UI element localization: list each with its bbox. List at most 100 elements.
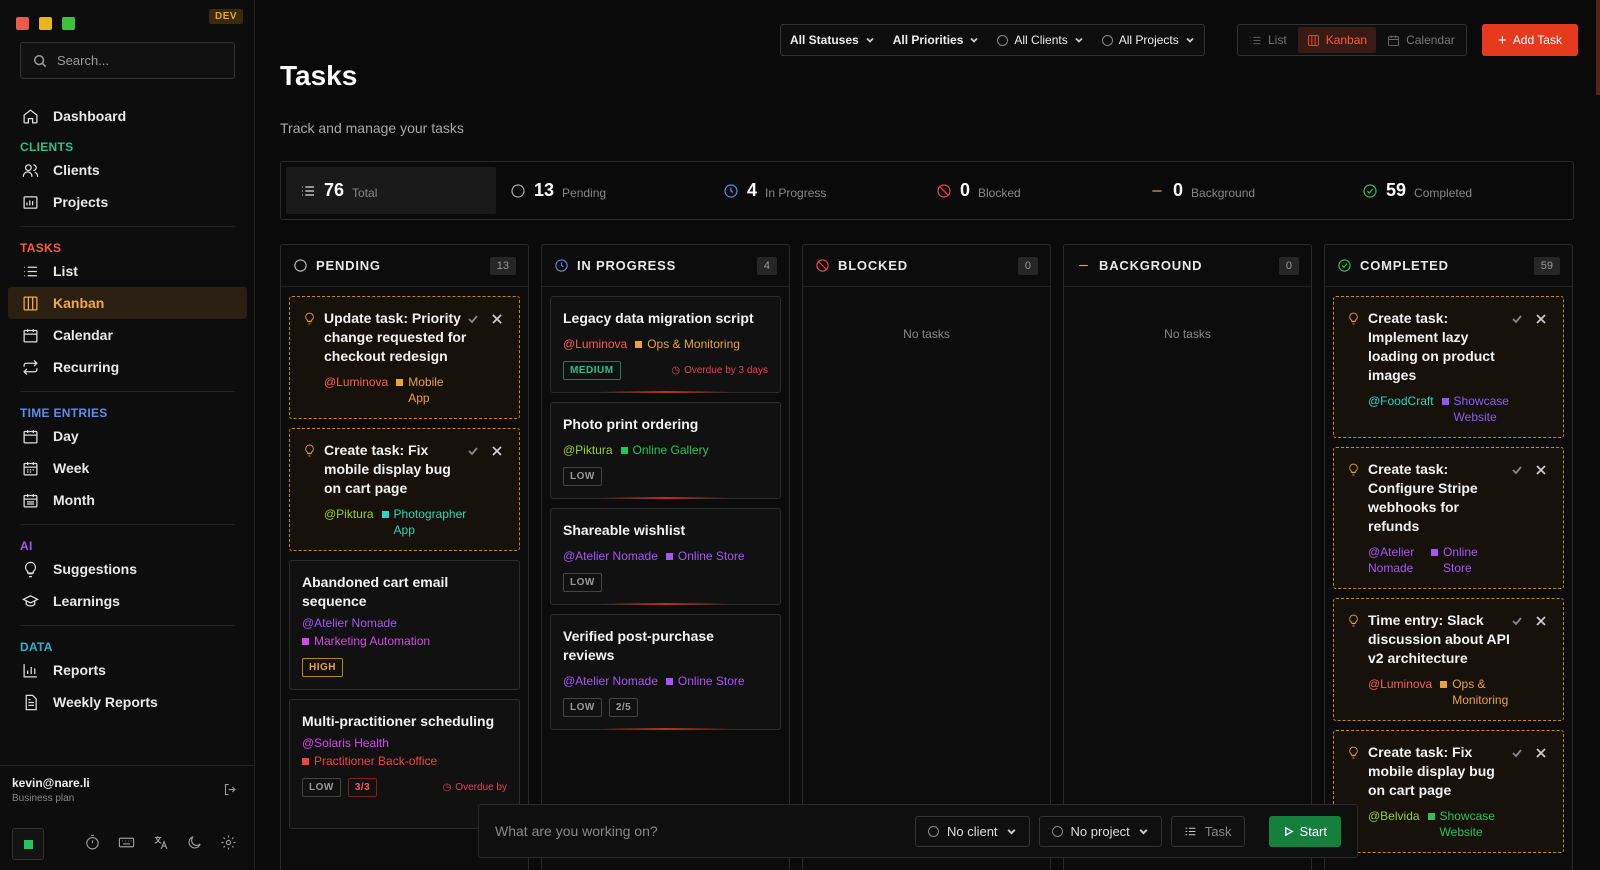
view-kanban[interactable]: Kanban — [1297, 27, 1377, 53]
card-project[interactable]: Mobile App — [396, 374, 458, 406]
task-card[interactable]: Verified post-purchase reviews @Atelier … — [550, 614, 781, 730]
add-task-button[interactable]: + Add Task — [1482, 24, 1578, 56]
view-switcher: List Kanban Calendar — [1237, 24, 1467, 56]
card-client[interactable]: @Atelier Nomade — [1368, 544, 1423, 576]
card-project[interactable]: Showcase Website — [1441, 393, 1514, 425]
project-filter[interactable]: All Projects — [1093, 25, 1204, 55]
tracker-start-button[interactable]: Start — [1268, 815, 1341, 847]
stat-total[interactable]: 76 Total — [286, 167, 496, 214]
close-icon[interactable] — [1535, 615, 1547, 627]
card-project[interactable]: Ops & Monitoring — [1440, 676, 1522, 708]
sidebar-item-recurring[interactable]: Recurring — [0, 351, 255, 383]
card-client[interactable]: @Luminova — [1368, 676, 1432, 692]
card-client[interactable]: @Atelier Nomade — [302, 615, 397, 631]
card-project[interactable]: Photographer App — [381, 506, 474, 538]
card-project[interactable]: Ops & Monitoring — [635, 336, 740, 352]
status-indicator[interactable] — [12, 828, 44, 860]
clock-icon — [555, 259, 568, 272]
stat-blocked[interactable]: 0 Blocked — [922, 167, 1135, 214]
close-icon[interactable] — [491, 445, 503, 457]
card-project[interactable]: Practitioner Back-office — [302, 753, 437, 769]
close-icon[interactable] — [1535, 464, 1547, 476]
check-icon[interactable] — [1511, 313, 1523, 325]
card-project[interactable]: Online Store — [665, 673, 745, 689]
view-calendar[interactable]: Calendar — [1378, 27, 1464, 53]
tracker-description-input[interactable]: What are you working on? — [495, 823, 906, 839]
card-client[interactable]: @FoodCraft — [1368, 393, 1434, 409]
minimize-window-button[interactable] — [39, 17, 52, 30]
sidebar-item-month[interactable]: Month — [0, 484, 255, 516]
sidebar-item-weekly-reports[interactable]: Weekly Reports — [0, 686, 255, 718]
stat-in-progress[interactable]: 4 In Progress — [709, 167, 922, 214]
suggestion-card[interactable]: Create task: Fix mobile display bug on c… — [1333, 730, 1564, 853]
card-client[interactable]: @Luminova — [563, 336, 627, 352]
moon-icon[interactable] — [186, 834, 203, 851]
tracker-task-select[interactable]: Task — [1170, 815, 1245, 847]
client-filter[interactable]: All Clients — [988, 25, 1092, 55]
stat-pending[interactable]: 13 Pending — [496, 167, 709, 214]
priority-badge: MEDIUM — [563, 361, 621, 380]
status-filter[interactable]: All Statuses — [781, 25, 884, 55]
circle-icon — [294, 259, 307, 272]
card-client[interactable]: @Atelier Nomade — [563, 673, 658, 689]
card-client[interactable]: @Piktura — [324, 506, 374, 522]
card-project[interactable]: Marketing Automation — [302, 633, 430, 649]
close-icon[interactable] — [491, 313, 503, 325]
task-card[interactable]: Shareable wishlist @Atelier Nomade Onlin… — [550, 508, 781, 605]
tracker-client-select[interactable]: No client — [914, 815, 1030, 847]
calendar-month-icon — [23, 493, 38, 508]
card-project[interactable]: Online Store — [1431, 544, 1488, 576]
gear-icon[interactable] — [220, 834, 237, 851]
close-window-button[interactable] — [16, 17, 29, 30]
keyboard-icon[interactable] — [118, 834, 135, 851]
sidebar-item-projects[interactable]: Projects — [0, 186, 255, 218]
card-project[interactable]: Online Store — [665, 548, 745, 564]
timer-icon[interactable] — [84, 834, 101, 851]
sidebar-item-week[interactable]: Week — [0, 452, 255, 484]
task-card[interactable]: Legacy data migration script @Luminova O… — [550, 296, 781, 393]
card-client[interactable]: @Luminova — [324, 374, 388, 390]
sidebar-item-clients[interactable]: Clients — [0, 154, 255, 186]
column-title: BACKGROUND — [1099, 258, 1203, 273]
search-input[interactable]: Search... — [20, 42, 235, 79]
check-icon[interactable] — [1511, 747, 1523, 759]
check-icon[interactable] — [467, 313, 479, 325]
card-project[interactable]: Showcase Website — [1427, 808, 1500, 840]
suggestion-card[interactable]: Time entry: Slack discussion about API v… — [1333, 598, 1564, 721]
check-icon[interactable] — [1511, 464, 1523, 476]
task-card[interactable]: Photo print ordering @Piktura Online Gal… — [550, 402, 781, 499]
suggestion-card[interactable]: Update task: Priority change requested f… — [289, 296, 520, 419]
sidebar-item-reports[interactable]: Reports — [0, 654, 255, 686]
scrollbar-thumb[interactable] — [1596, 0, 1600, 95]
suggestion-card[interactable]: Create task: Configure Stripe webhooks f… — [1333, 447, 1564, 589]
logout-icon[interactable] — [223, 782, 238, 797]
card-client[interactable]: @Solaris Health — [302, 735, 389, 751]
sidebar-item-suggestions[interactable]: Suggestions — [0, 553, 255, 585]
check-icon[interactable] — [1511, 615, 1523, 627]
translate-icon[interactable] — [152, 834, 169, 851]
sidebar-item-kanban[interactable]: Kanban — [8, 287, 247, 319]
sidebar-item-dashboard[interactable]: Dashboard — [0, 100, 255, 132]
sidebar-item-list[interactable]: List — [0, 255, 255, 287]
maximize-window-button[interactable] — [62, 17, 75, 30]
suggestion-card[interactable]: Create task: Fix mobile display bug on c… — [289, 428, 520, 551]
priority-filter[interactable]: All Priorities — [884, 25, 989, 55]
stat-background[interactable]: 0 Background — [1135, 167, 1348, 214]
check-icon[interactable] — [467, 445, 479, 457]
card-client[interactable]: @Belvida — [1368, 808, 1420, 824]
card-client[interactable]: @Piktura — [563, 442, 613, 458]
task-card[interactable]: Abandoned cart email sequence @Atelier N… — [289, 560, 520, 690]
close-icon[interactable] — [1535, 313, 1547, 325]
card-project[interactable]: Online Gallery — [620, 442, 709, 458]
project-color — [396, 379, 404, 386]
status-dot — [23, 839, 33, 849]
suggestion-card[interactable]: Create task: Implement lazy loading on p… — [1333, 296, 1564, 438]
card-client[interactable]: @Atelier Nomade — [563, 548, 658, 564]
tracker-project-select[interactable]: No project — [1038, 815, 1162, 847]
view-list[interactable]: List — [1240, 27, 1296, 53]
sidebar-item-calendar[interactable]: Calendar — [0, 319, 255, 351]
stat-completed[interactable]: 59 Completed — [1348, 167, 1561, 214]
sidebar-item-learnings[interactable]: Learnings — [0, 585, 255, 617]
sidebar-item-day[interactable]: Day — [0, 420, 255, 452]
close-icon[interactable] — [1535, 747, 1547, 759]
